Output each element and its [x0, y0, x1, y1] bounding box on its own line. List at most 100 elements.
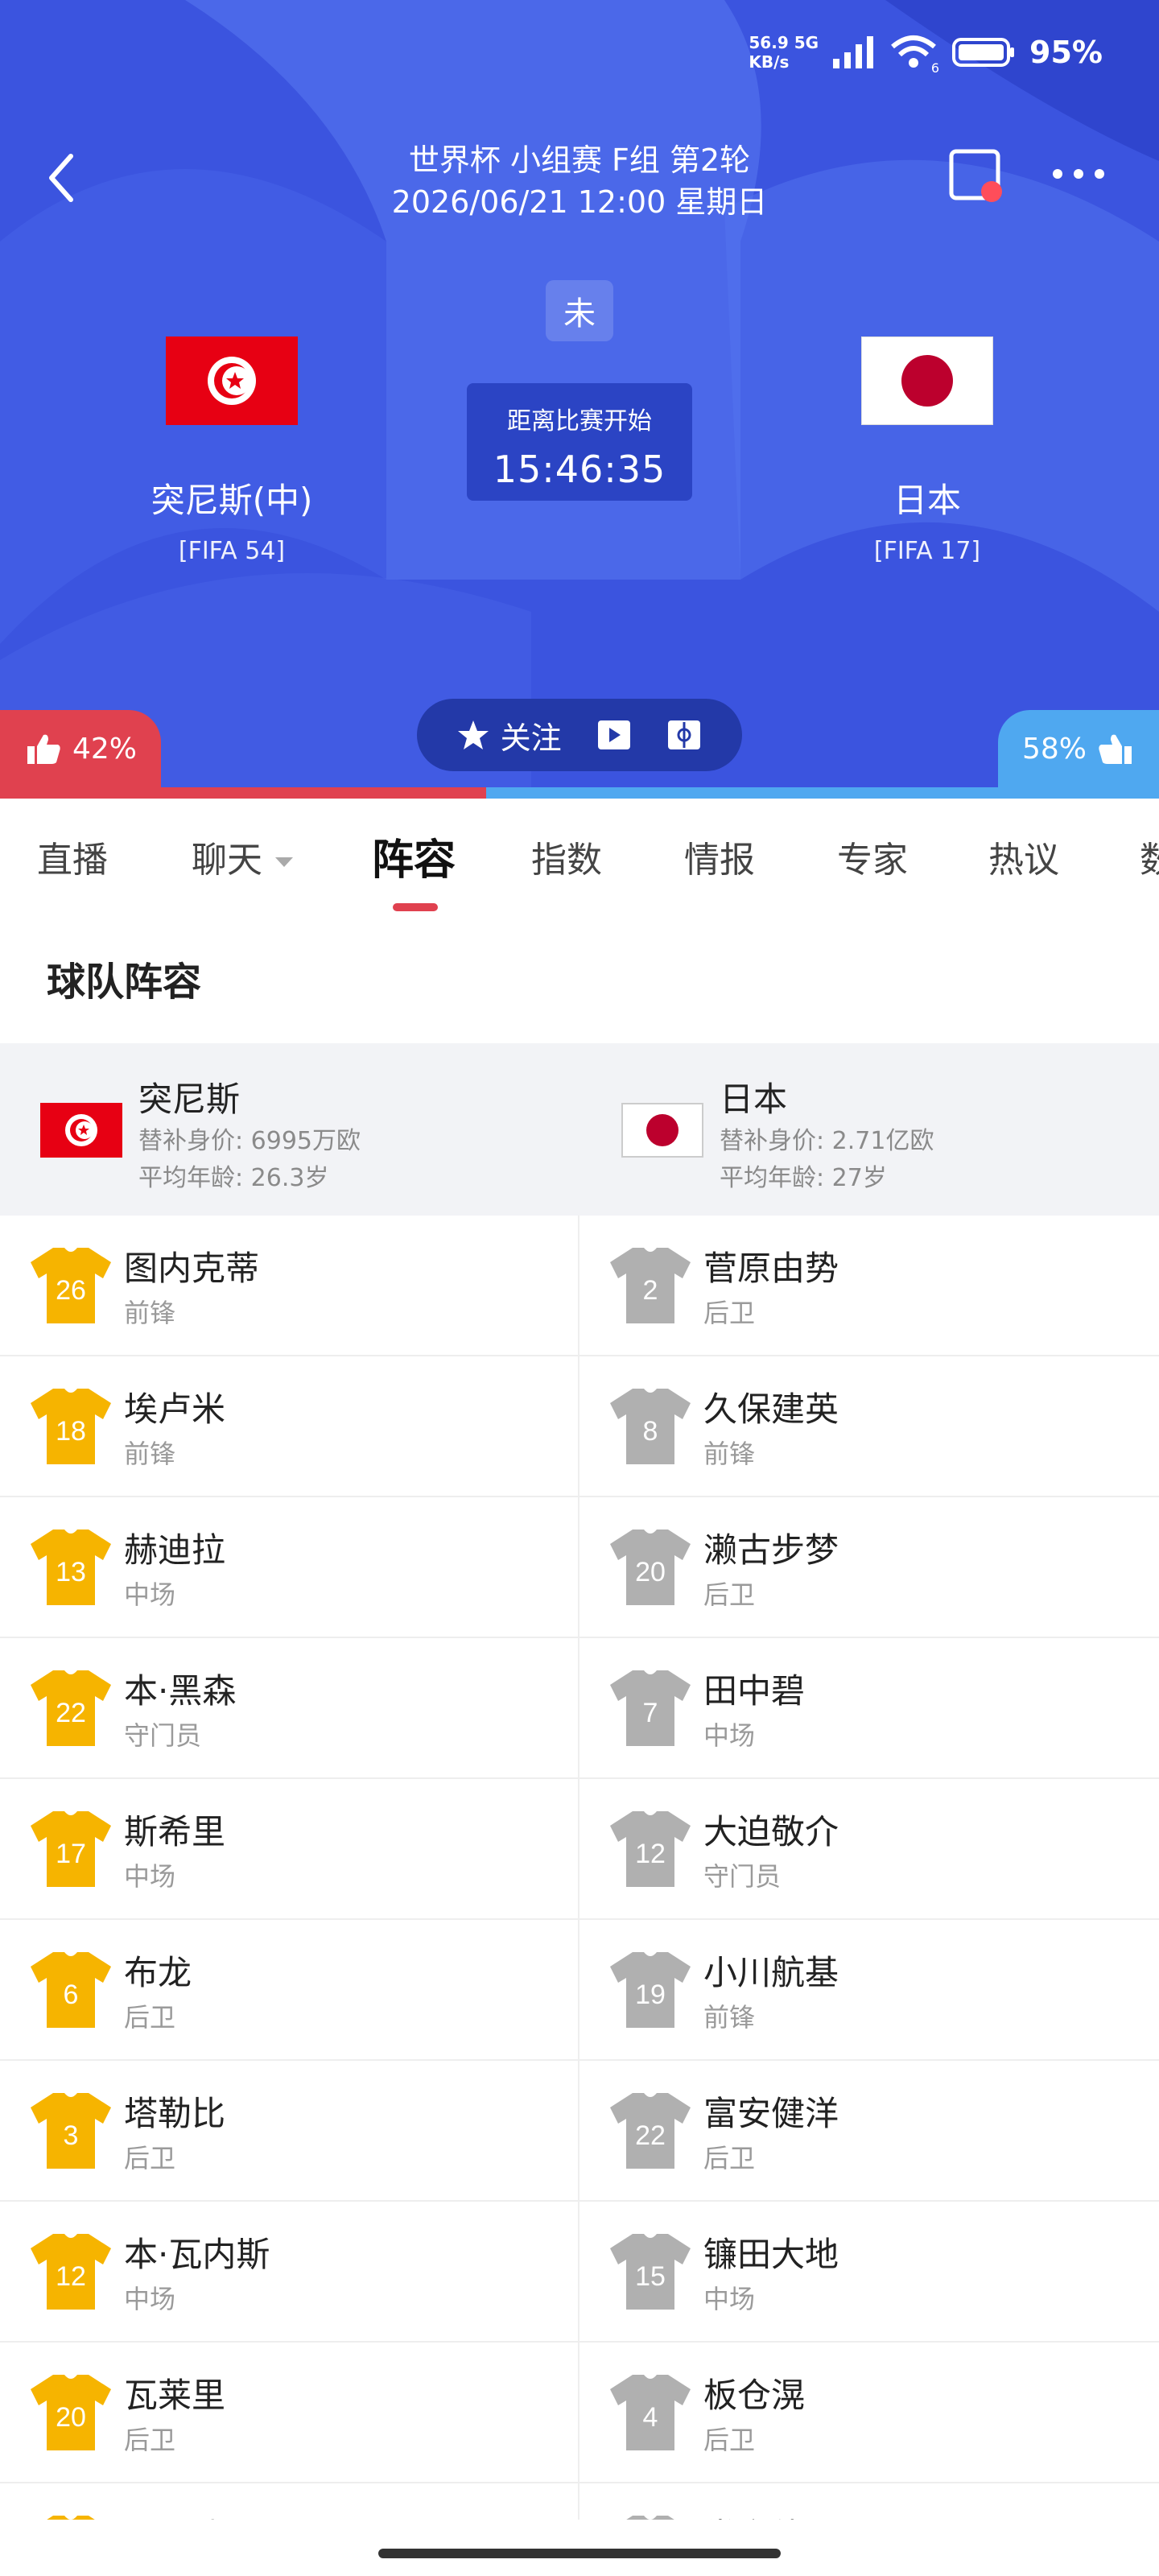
tab-live[interactable]: 直播	[37, 831, 108, 882]
follow-button[interactable]: 关注	[457, 713, 562, 758]
player-name: 赫迪拉	[124, 1530, 226, 1570]
tab-chat-label: 聊天	[192, 840, 262, 881]
away-player[interactable]: 2 菅原由势 后卫	[580, 1216, 1159, 1356]
jersey-icon: 26	[31, 1248, 111, 1323]
tab-odds[interactable]: 指数	[531, 831, 602, 882]
jersey-number: 12	[635, 1839, 666, 1869]
player-position: 后卫	[124, 2425, 176, 2455]
play-video-icon[interactable]	[596, 719, 632, 751]
jersey-icon: 20	[31, 2375, 111, 2450]
jersey-icon: 18	[31, 1389, 111, 1464]
countdown-timer: 15:46:35	[493, 448, 666, 491]
jersey-icon: 22	[610, 2093, 691, 2169]
home-player[interactable]: 13 赫迪拉中场	[0, 1497, 580, 1638]
player-position: 前锋	[124, 1439, 176, 1469]
home-indicator[interactable]	[378, 2549, 781, 2558]
away-player[interactable]: 15 镰田大地 中场	[580, 2202, 1159, 2343]
jersey-icon: 13	[31, 1530, 111, 1605]
away-team-rank: [FIFA 17]	[873, 537, 981, 565]
jersey-icon	[626, 2516, 674, 2520]
player-name: 大迫敬介	[703, 1812, 839, 1852]
home-player[interactable]: 3 塔勒比后卫	[0, 2061, 580, 2202]
player-name: 斯希里	[124, 1812, 226, 1852]
home-player[interactable]: 12 本·瓦内斯 中场	[0, 2202, 580, 2343]
tab-experts[interactable]: 专家	[837, 831, 908, 882]
jersey-icon: 17	[31, 1811, 111, 1887]
home-player[interactable]: 18 埃卢米 前锋	[0, 1356, 580, 1497]
home-vote-percent: 42%	[72, 732, 138, 766]
more-icon[interactable]	[1050, 166, 1107, 182]
tab-chat[interactable]: 聊天	[192, 831, 295, 882]
player-name: 塔勒比	[124, 2094, 226, 2133]
section-title: 球队阵容	[47, 960, 202, 1005]
home-player[interactable]: 26 图内克蒂 前锋	[0, 1216, 580, 1356]
jersey-number: 17	[56, 1839, 86, 1869]
player-position: 后卫	[703, 1298, 756, 1328]
jersey-icon: 12	[31, 2234, 111, 2310]
home-player[interactable]: 阿卜迪	[0, 2483, 580, 2520]
table-row: 3 塔勒比后卫 22 富安健洋 后卫	[0, 2061, 1159, 2202]
home-summary-value: 替补身价: 6995万欧	[138, 1127, 361, 1155]
away-player[interactable]: 4 板仓滉 后卫	[580, 2343, 1159, 2483]
away-vote[interactable]: 58%	[998, 710, 1159, 787]
player-position: 中场	[124, 1579, 176, 1610]
home-summary-age: 平均年龄: 26.3岁	[138, 1164, 329, 1192]
home-vote[interactable]: 42%	[0, 710, 161, 787]
away-summary-name: 日本	[720, 1080, 788, 1119]
away-player[interactable]: 20 濑古步梦后卫	[580, 1497, 1159, 1638]
tab-intel[interactable]: 情报	[684, 831, 755, 882]
away-player[interactable]: 8 久保建英 前锋	[580, 1356, 1159, 1497]
home-player[interactable]: 20 瓦莱里 后卫	[0, 2343, 580, 2483]
jersey-number: 22	[635, 2120, 666, 2151]
player-name: 本·瓦内斯	[124, 2235, 270, 2274]
jersey-icon: 3	[31, 2093, 111, 2169]
player-position: 后卫	[703, 1579, 756, 1610]
chevron-down-icon	[275, 857, 293, 867]
table-row: 18 埃卢米 前锋 8 久保建英 前锋	[0, 1356, 1159, 1497]
player-position: 后卫	[124, 2143, 176, 2174]
player-position: 中场	[124, 1861, 176, 1892]
network-speed-unit: KB/s	[749, 52, 790, 72]
tab-discussion[interactable]: 热议	[988, 831, 1059, 882]
player-position: 守门员	[703, 1861, 782, 1892]
jersey-icon: 15	[610, 2234, 691, 2310]
player-list: 26 图内克蒂 前锋 2 菅原由势 后卫 18 埃卢米 前锋 8 久保建英 前锋 13 赫迪拉中场 20 濑古…	[0, 1216, 1159, 2520]
player-position: 守门员	[124, 1720, 202, 1751]
home-player[interactable]: 6 布龙 后卫	[0, 1920, 580, 2061]
screen-cast-icon[interactable]	[947, 147, 1011, 208]
tab-data[interactable]: 数	[1140, 831, 1159, 882]
jersey-number: 4	[643, 2402, 658, 2433]
jersey-number: 18	[56, 1416, 86, 1447]
player-name: 阿卜迪	[124, 2509, 225, 2520]
pitch-view-icon[interactable]	[666, 719, 702, 751]
wifi-icon: 6	[889, 32, 939, 76]
battery-icon	[952, 38, 1015, 67]
jersey-number: 22	[56, 1698, 86, 1728]
player-name: 镰田大地	[703, 2235, 839, 2274]
away-player[interactable]: 7 田中碧 中场	[580, 1638, 1159, 1779]
japan-flag-icon	[861, 336, 993, 425]
jersey-number: 15	[635, 2261, 666, 2292]
tab-bar: 直播 聊天 阵容 指数 情报 专家 热议 数	[0, 799, 1159, 908]
away-player[interactable]: 12 大迫敬介守门员	[580, 1779, 1159, 1920]
tab-lineup[interactable]: 阵容	[372, 826, 456, 886]
wifi-badge: 6	[930, 60, 940, 76]
away-player[interactable]: 19 小川航基 前锋	[580, 1920, 1159, 2061]
table-row: 12 本·瓦内斯 中场 15 镰田大地 中场	[0, 2202, 1159, 2343]
away-player[interactable]: 22 富安健洋 后卫	[580, 2061, 1159, 2202]
player-name: 小川航基	[703, 1953, 839, 1992]
jersey-number: 20	[635, 1557, 666, 1587]
home-team[interactable]: 突尼斯(中) [FIFA 54]	[87, 336, 377, 565]
away-team[interactable]: 日本 [FIFA 17]	[782, 336, 1072, 565]
jersey-number: 2	[643, 1275, 658, 1306]
table-row: 20 瓦莱里 后卫 4 板仓滉 后卫	[0, 2343, 1159, 2483]
away-player[interactable]: 堂安律	[580, 2483, 1159, 2520]
jersey-icon: 8	[610, 1389, 691, 1464]
player-name: 田中碧	[703, 1671, 806, 1711]
home-team-name: 突尼斯(中)	[151, 481, 313, 520]
home-player[interactable]: 22 本·黑森 守门员	[0, 1638, 580, 1779]
player-name: 濑古步梦	[703, 1530, 839, 1570]
home-player[interactable]: 17 斯希里中场	[0, 1779, 580, 1920]
status-bar: 56.9 5G KB/s 6 95%	[749, 24, 1103, 80]
player-position: 前锋	[124, 1298, 176, 1328]
